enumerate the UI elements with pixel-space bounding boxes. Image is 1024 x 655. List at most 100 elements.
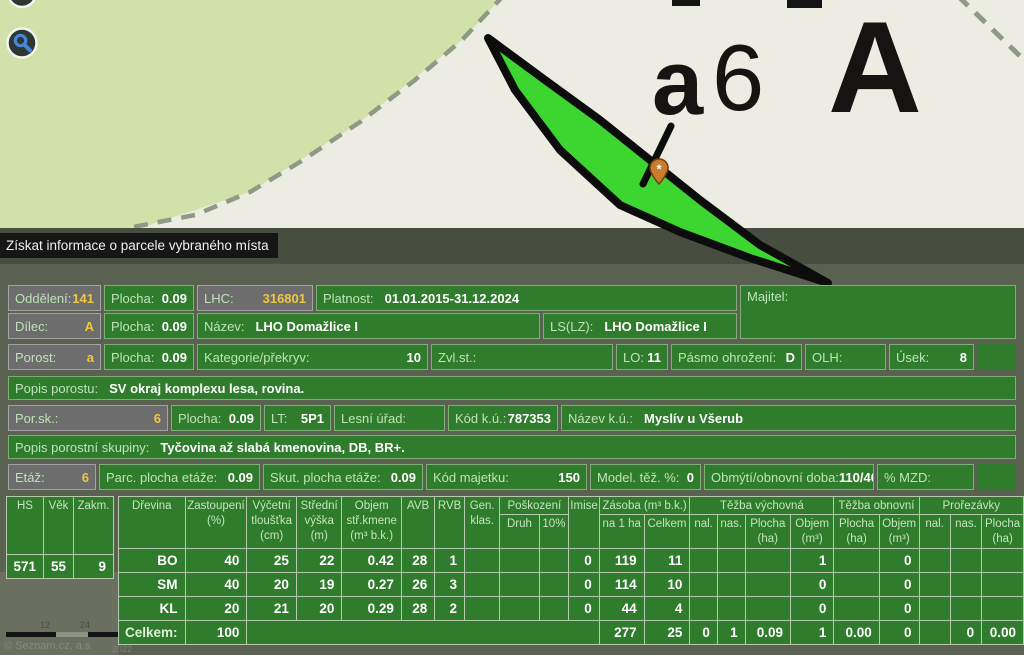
table-cell: 277 [599,620,644,644]
table-cell: 571 [7,555,44,579]
table-cell: 0 [569,596,599,620]
info-cell-popis-porostu: Popis porostu:SV okraj komplexu lesa, ro… [8,376,1016,400]
info-cell-majitel: Majitel: [740,285,1016,339]
table-cell [247,620,599,644]
total-label: Celkem: [119,620,186,644]
table-cell: 20 [247,572,297,596]
info-cell-zvl-st: Zvl.st.: [431,344,613,370]
column-group-header: Prořezávky [919,497,1023,515]
info-cell-lo: LO:11 [616,344,668,370]
table-cell [464,596,499,620]
table-cell: 0 [790,596,833,620]
species-row: KL2021200.29282044400 [119,596,1024,620]
table-cell [745,596,790,620]
info-cell-popis-porostni-skupiny: Popis porostní skupiny:Tyčovina až slabá… [8,435,1016,459]
column-subheader: nal. [919,515,950,548]
table-cell: 20 [185,596,247,620]
table-cell: 26 [401,572,434,596]
info-cell-dilec: Dílec:A [8,313,101,339]
table-cell: 10 [644,572,690,596]
column-group-header: Poškození [500,497,569,515]
info-cell-kategorie-prekryv: Kategorie/překryv:10 [197,344,428,370]
table-cell [982,596,1024,620]
column-header: Zakm. [74,497,114,555]
table-cell [690,572,718,596]
column-header: Střední výška (m) [296,497,342,549]
info-cell-lhc: LHC:316801 [197,285,313,311]
table-cell: 0 [690,620,718,644]
porost-label-6: 6 [712,25,764,130]
map-attribution: © Seznam.cz, a.s. [4,640,93,652]
table-cell: 20 [296,596,342,620]
table-cell: 40 [185,572,247,596]
table-cell: 25 [644,620,690,644]
info-cell-ls-lz: LS(LZ):LHO Domažlice I [543,313,737,339]
info-cell-pasmo-ohrozeni: Pásmo ohrožení:D [671,344,802,370]
table-cell [539,572,569,596]
table-cell: 0 [879,620,919,644]
info-cell-por-sk: Por.sk.:6 [8,405,168,431]
stand-summary-table: HSVěkZakm.571559 [6,496,114,579]
column-group-header: Těžba obnovní [834,497,919,515]
table-cell [464,572,499,596]
table-cell [950,572,981,596]
map-symbol-fragment [672,0,700,6]
column-header: Výčetní tloušťka (cm) [247,497,297,549]
table-cell [919,596,950,620]
table-cell: 55 [44,555,74,579]
info-cell-skut-plocha-etaze: Skut. plocha etáže:0.09 [263,464,423,490]
table-cell: 0 [790,572,833,596]
info-cell-parc-plocha-etaze: Parc. plocha etáže:0.09 [99,464,260,490]
table-cell [717,548,745,572]
table-cell: 2 [435,596,465,620]
table-cell: 100 [185,620,247,644]
column-subheader: Plocha (ha) [982,515,1024,548]
map-symbol-fragment [787,0,822,8]
table-cell [464,548,499,572]
table-cell [717,596,745,620]
table-cell: 0.29 [342,596,401,620]
species-detail-table: DřevinaZastoupení (%)Výčetní tloušťka (c… [118,496,1024,645]
info-cell-porost: Porost:a [8,344,101,370]
table-cell: 4 [644,596,690,620]
column-subheader: nas. [950,515,981,548]
column-group-header: Těžba výchovná [690,497,834,515]
column-header: RVB [435,497,465,549]
column-header: Dřevina [119,497,186,549]
info-cell-usek: Úsek:8 [889,344,974,370]
table-cell: 9 [74,555,114,579]
scalebar-label: 24 [80,620,90,630]
column-subheader: 10% [539,515,569,548]
info-cell-olh: OLH: [805,344,886,370]
table-cell: 19 [296,572,342,596]
column-subheader: nal. [690,515,718,548]
column-subheader: Plocha (ha) [745,515,790,548]
table-cell: 1 [435,548,465,572]
porost-label-a: a [652,32,704,134]
column-subheader: Druh [500,515,539,548]
table-cell [834,548,879,572]
table-cell [539,596,569,620]
table-cell: 22 [296,548,342,572]
table-cell [539,548,569,572]
species-row: BO4025220.4228101191110 [119,548,1024,572]
table-cell: 0.27 [342,572,401,596]
info-cell-mzd: % MZD: [877,464,974,490]
column-header: Imise [569,497,599,549]
info-cell-lesni-urad: Lesní úřad: [334,405,445,431]
table-cell: 0 [569,548,599,572]
column-header: HS [7,497,44,555]
info-cell-plocha-oddeleni: Plocha:0.09 [104,285,194,311]
table-cell [919,620,950,644]
table-cell [834,572,879,596]
column-subheader: Objem (m³) [879,515,919,548]
table-cell: 0 [569,572,599,596]
column-subheader: na 1 ha [599,515,644,548]
table-cell: 0.00 [834,620,879,644]
info-cell-filler-r3 [977,344,1016,370]
column-header: Zastoupení (%) [185,497,247,549]
table-cell [690,596,718,620]
info-cell-filler-r7 [977,464,1016,490]
table-cell: 0 [879,548,919,572]
zoom-search-button[interactable] [8,29,37,58]
